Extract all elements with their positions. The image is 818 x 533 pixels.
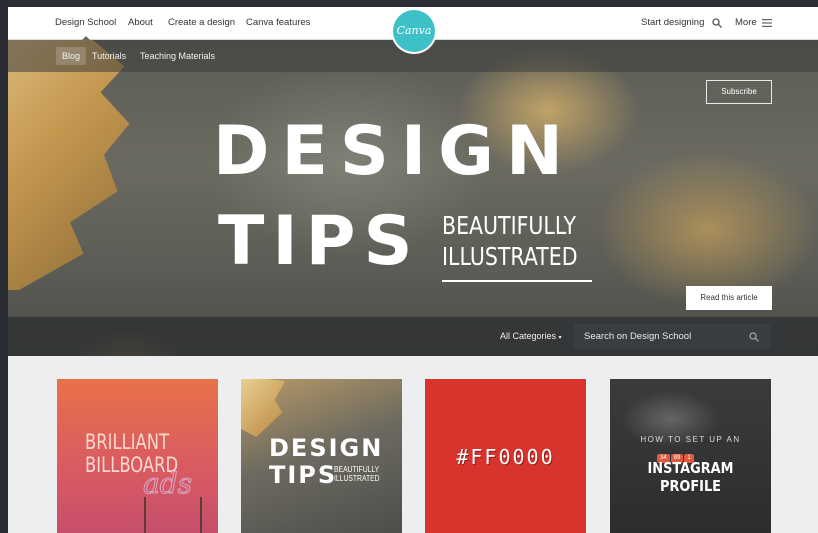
hero-title-design: DESIGN xyxy=(213,112,575,191)
leaf-decoration xyxy=(8,40,130,290)
nav-design-school[interactable]: Design School xyxy=(55,7,116,40)
subnav-teaching-materials[interactable]: Teaching Materials xyxy=(140,40,215,72)
article-card-billboard-ads[interactable]: BRILLIANT BILLBOARD ads xyxy=(57,379,218,533)
nav-about[interactable]: About xyxy=(128,7,153,39)
hero-title-tips: TIPS xyxy=(218,202,421,281)
search-icon[interactable] xyxy=(712,18,722,28)
subnav-tutorials[interactable]: Tutorials xyxy=(92,40,126,72)
leaf-decoration xyxy=(241,379,285,437)
article-card-instagram-profile[interactable]: HOW TO SET UP AN 34 89 1 INSTAGRAM PROFILE xyxy=(610,379,771,533)
instagram-badges: 34 89 1 xyxy=(657,446,725,463)
hero-underline xyxy=(442,280,592,282)
categories-label: All Categories xyxy=(500,331,557,341)
more-menu-link[interactable]: More xyxy=(735,7,757,39)
card-text-design: DESIGN xyxy=(269,434,384,462)
search-input[interactable] xyxy=(574,324,771,349)
card-text-ads: ads xyxy=(143,467,193,501)
start-designing-link[interactable]: Start designing xyxy=(641,7,704,39)
hero-banner: Blog Tutorials Teaching Materials Subscr… xyxy=(8,40,818,356)
article-card-ff0000[interactable]: #FF0000 xyxy=(425,379,586,533)
browser-viewport: Design School About Create a design Canv… xyxy=(8,7,818,533)
card-text-beautifully: BEAUTIFULLY xyxy=(334,465,380,474)
card-text-brilliant: BRILLIANT xyxy=(85,430,169,454)
subnav-blog[interactable]: Blog xyxy=(56,47,87,65)
hero-subtitle-illustrated: ILLUSTRATED xyxy=(442,242,578,271)
card-text-how-to: HOW TO SET UP AN xyxy=(640,435,741,444)
nav-create-a-design[interactable]: Create a design xyxy=(168,7,235,39)
categories-dropdown[interactable]: All Categories ▾ xyxy=(500,317,562,356)
search-submit-icon[interactable] xyxy=(749,332,759,342)
card-text-hex: #FF0000 xyxy=(456,445,555,469)
subscribe-button[interactable]: Subscribe xyxy=(706,80,772,104)
hero-subtitle-beautifully: BEAUTIFULLY xyxy=(442,211,577,240)
read-article-button[interactable]: Read this article xyxy=(686,286,772,310)
card-text-tips: TIPS xyxy=(269,461,338,489)
billboard-legs xyxy=(144,497,202,533)
hamburger-menu-icon[interactable] xyxy=(762,19,772,27)
article-card-design-tips[interactable]: DESIGN TIPS BEAUTIFULLY ILLUSTRATED xyxy=(241,379,402,533)
card-text-illustrated: ILLUSTRATED xyxy=(334,474,380,483)
caret-down-icon: ▾ xyxy=(558,335,562,341)
canva-logo[interactable]: Canva xyxy=(393,10,435,52)
nav-canva-features[interactable]: Canva features xyxy=(246,7,310,39)
card-text-instagram-profile: INSTAGRAM PROFILE xyxy=(647,459,734,495)
search-bar: All Categories ▾ xyxy=(8,317,818,356)
